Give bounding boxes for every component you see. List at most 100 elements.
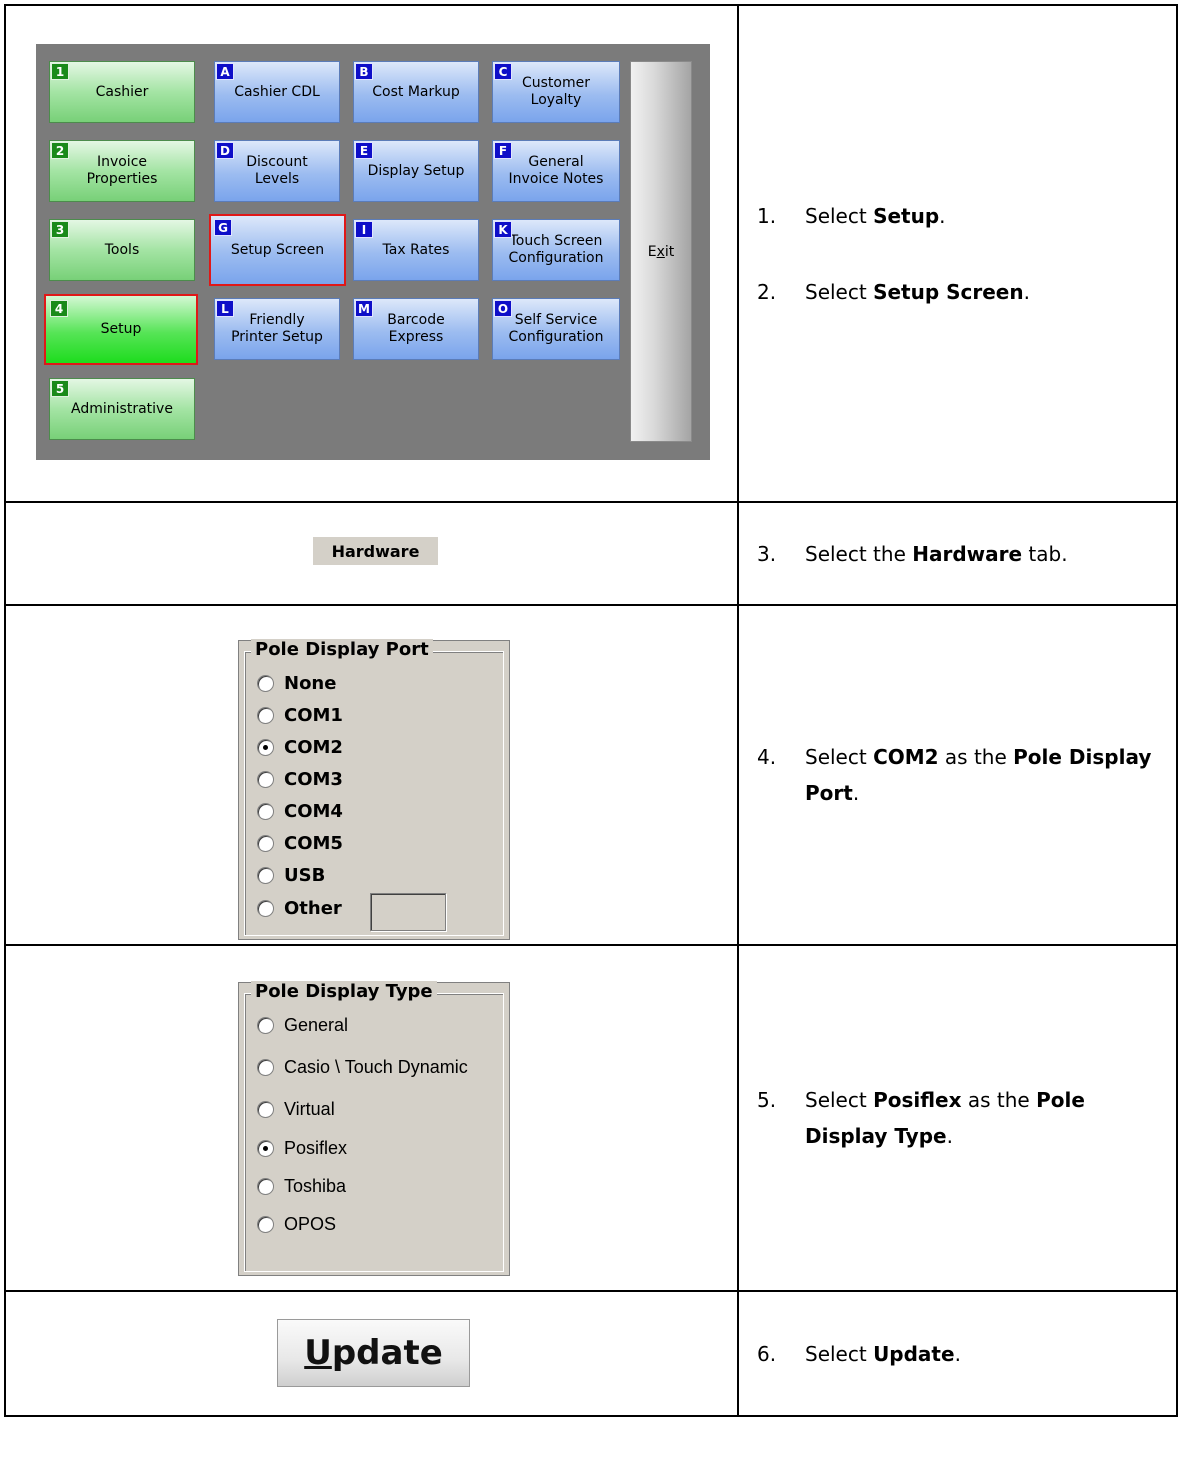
exit-label-pre: E	[647, 243, 657, 260]
radio-label: Posiflex	[284, 1138, 348, 1158]
menu-badge: M	[355, 300, 373, 317]
radio-label: COM3	[284, 769, 343, 790]
step-text: tab.	[1022, 541, 1068, 566]
self-service-configuration-button[interactable]: O Self Service Configuration	[492, 298, 620, 360]
step-keyword: Update	[873, 1341, 955, 1366]
radio-opos[interactable]: OPOS	[257, 1214, 336, 1235]
radio-label: General	[284, 1015, 349, 1035]
update-button[interactable]: Update	[277, 1319, 470, 1387]
table-row: Update 6. Select Update.	[4, 1290, 1178, 1417]
steps-cell: 6. Select Update.	[737, 1290, 1178, 1417]
pole-display-port-group: Pole Display Port None COM1 COM2 COM3 CO…	[238, 639, 510, 940]
invoice-properties-button[interactable]: 2 Invoice Properties	[49, 140, 195, 202]
cashier-cdl-button[interactable]: A Cashier CDL	[214, 61, 340, 123]
customer-loyalty-button[interactable]: C Customer Loyalty	[492, 61, 620, 123]
button-label: Touch Screen Configuration	[508, 233, 604, 266]
menu-badge: 1	[51, 63, 69, 80]
update-button-cell: Update	[4, 1290, 739, 1417]
table-row: Pole Display Type General Casio \ Touch …	[4, 944, 1178, 1292]
radio-virtual[interactable]: Virtual	[257, 1099, 335, 1120]
button-label: Administrative	[71, 400, 173, 417]
menu-badge: A	[216, 63, 234, 80]
exit-button[interactable]: Ex it	[630, 61, 692, 442]
step-text: Select	[805, 745, 874, 769]
radio-general[interactable]: General	[257, 1015, 348, 1036]
tax-rates-button[interactable]: I Tax Rates	[353, 219, 479, 281]
step-text: .	[939, 203, 946, 228]
radio-icon	[257, 1178, 274, 1195]
cashier-button[interactable]: 1 Cashier	[49, 61, 195, 123]
radio-usb[interactable]: USB	[257, 865, 325, 886]
general-invoice-notes-button[interactable]: F General Invoice Notes	[492, 140, 620, 202]
step-text: Select	[805, 203, 874, 228]
radio-other[interactable]: Other	[257, 898, 342, 919]
update-label: pdate	[331, 1333, 443, 1373]
steps-cell: 4. Select COM2 as the Pole Display Port.	[737, 604, 1178, 946]
friendly-printer-setup-button[interactable]: L Friendly Printer Setup	[214, 298, 340, 360]
step-keyword: Setup Screen	[873, 279, 1024, 304]
menu-badge: E	[355, 142, 373, 159]
radio-label: COM4	[284, 801, 343, 822]
menu-badge: I	[355, 221, 373, 238]
steps-cell: 3. Select the Hardware tab.	[737, 501, 1178, 606]
step-number: 6.	[757, 1341, 777, 1366]
steps-cell: 1. Select Setup. 2. Select Setup Screen.	[737, 4, 1178, 503]
button-label: Self Service Configuration	[508, 312, 604, 345]
table-row: 1 Cashier 2 Invoice Properties 3 Tools 4…	[4, 4, 1178, 503]
barcode-express-button[interactable]: M Barcode Express	[353, 298, 479, 360]
radio-com2[interactable]: COM2	[257, 737, 343, 758]
button-label: Tools	[104, 241, 140, 258]
setup-screen-button[interactable]: G Setup Screen	[209, 214, 346, 286]
steps-cell: 5. Select Posiflex as the Pole Display T…	[737, 944, 1178, 1292]
radio-label: COM5	[284, 833, 343, 854]
tools-button[interactable]: 3 Tools	[49, 219, 195, 281]
radio-com4[interactable]: COM4	[257, 801, 343, 822]
step-text: Select the	[805, 541, 913, 566]
step-text: as the	[938, 745, 1014, 769]
radio-posiflex[interactable]: Posiflex	[257, 1138, 347, 1159]
pole-display-type-group: Pole Display Type General Casio \ Touch …	[238, 981, 510, 1276]
step-keyword: Setup	[873, 203, 940, 228]
menu-screenshot-cell: 1 Cashier 2 Invoice Properties 3 Tools 4…	[4, 4, 739, 503]
step-number: 4.	[757, 745, 777, 769]
step-keyword: Hardware	[912, 541, 1023, 566]
exit-label-post: it	[664, 243, 675, 260]
menu-badge: 2	[51, 142, 69, 159]
step-item: 6. Select Update.	[757, 1336, 1156, 1372]
radio-label: USB	[284, 865, 326, 886]
radio-toshiba[interactable]: Toshiba	[257, 1176, 346, 1197]
touch-screen-configuration-button[interactable]: K Touch Screen Configuration	[492, 219, 620, 281]
administrative-button[interactable]: 5 Administrative	[49, 378, 195, 440]
radio-icon	[257, 867, 274, 884]
step-item: 3. Select the Hardware tab.	[757, 536, 1156, 572]
setup-button[interactable]: 4 Setup	[44, 294, 198, 365]
button-label: Friendly Printer Setup	[231, 312, 323, 345]
radio-label: Other	[284, 898, 342, 919]
radio-com3[interactable]: COM3	[257, 769, 343, 790]
button-label: Cost Markup	[372, 83, 460, 100]
update-mnemonic: U	[304, 1333, 332, 1373]
radio-com5[interactable]: COM5	[257, 833, 343, 854]
step-number: 1.	[757, 203, 777, 228]
radio-icon	[257, 835, 274, 852]
radio-none[interactable]: None	[257, 673, 336, 694]
radio-casio-touch-dynamic[interactable]: Casio \ Touch Dynamic	[257, 1057, 468, 1078]
radio-icon	[257, 1017, 274, 1034]
radio-icon	[257, 803, 274, 820]
radio-label: COM1	[284, 705, 343, 726]
discount-levels-button[interactable]: D Discount Levels	[214, 140, 340, 202]
radio-label: COM2	[284, 737, 343, 758]
table-row: Hardware 3. Select the Hardware tab.	[4, 501, 1178, 606]
cost-markup-button[interactable]: B Cost Markup	[353, 61, 479, 123]
radio-label: Virtual	[284, 1099, 335, 1119]
step-item: 5. Select Posiflex as the Pole Display T…	[757, 1082, 1156, 1154]
display-setup-button[interactable]: E Display Setup	[353, 140, 479, 202]
other-port-input[interactable]	[370, 893, 446, 931]
hardware-tab[interactable]: Hardware	[313, 537, 438, 565]
radio-com1[interactable]: COM1	[257, 705, 343, 726]
radio-icon	[257, 675, 274, 692]
step-keyword: COM2	[873, 745, 939, 769]
menu-badge: 3	[51, 221, 69, 238]
step-number: 5.	[757, 1088, 777, 1112]
button-label: Setup	[100, 321, 142, 337]
